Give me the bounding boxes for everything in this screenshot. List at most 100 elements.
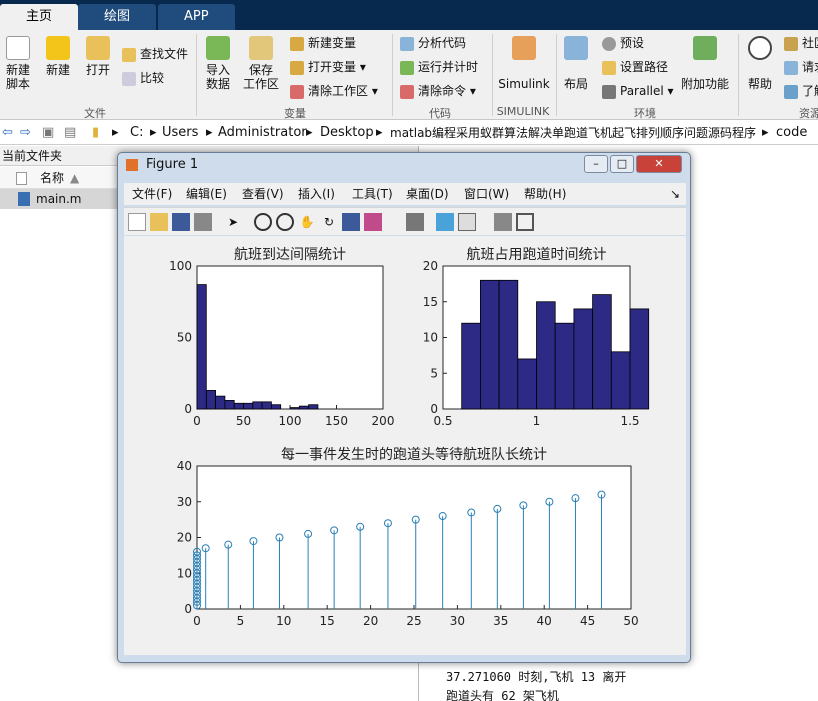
compare-button[interactable]: 比较 — [122, 68, 164, 88]
save-icon[interactable] — [172, 213, 190, 231]
learn-button[interactable]: 了解 — [784, 81, 818, 101]
group-simulink-label: SIMULINK — [496, 105, 550, 118]
link-plot-icon[interactable] — [406, 213, 424, 231]
tab-home[interactable]: 主页 — [0, 4, 79, 30]
hide-plot-tools-icon[interactable] — [494, 213, 512, 231]
browse-folder-icon[interactable]: ▤ — [64, 121, 76, 145]
show-plot-tools-icon[interactable] — [516, 213, 534, 231]
new-script-button[interactable]: 新建 脚本 — [2, 36, 34, 91]
sort-ascending-icon: ▲ — [70, 171, 80, 185]
new-button[interactable]: 新建 — [42, 36, 74, 77]
bar — [308, 404, 319, 410]
import-data-label: 导入 数据 — [205, 63, 230, 91]
breadcrumb-separator: ▸ — [376, 125, 383, 140]
colorbar-icon[interactable] — [436, 213, 454, 231]
y-tick-label: 15 — [423, 295, 438, 309]
set-path-button[interactable]: 设置路径 — [602, 57, 668, 77]
x-tick-label: 35 — [493, 614, 508, 628]
x-tick-label: 20 — [363, 614, 378, 628]
rotate-icon[interactable]: ↻ — [320, 213, 338, 231]
print-icon[interactable] — [194, 213, 212, 231]
analyze-code-icon — [400, 36, 414, 51]
breadcrumb-code[interactable]: code — [776, 121, 807, 145]
divider — [556, 34, 557, 116]
breadcrumb-users[interactable]: Users — [162, 121, 198, 145]
menu-window[interactable]: 窗口(W) — [464, 183, 509, 205]
pan-icon[interactable]: ✋ — [298, 213, 316, 231]
breadcrumb-administrator[interactable]: Administrator — [218, 121, 307, 145]
figure-canvas[interactable]: 航班到达间隔统计 0 50 100 150 200 0 50 100 航班占用跑道时间统计 0.5 1… — [124, 236, 686, 655]
forward-icon[interactable]: ⇨ — [20, 121, 31, 145]
new-figure-icon[interactable] — [128, 213, 146, 231]
run-and-time-label: 运行并计时 — [418, 60, 479, 74]
y-tick-label: 20 — [177, 531, 192, 545]
tab-apps[interactable]: APP — [158, 4, 235, 30]
add-ons-button[interactable]: 附加功能 — [680, 36, 730, 91]
help-button[interactable]: 帮助 — [744, 36, 776, 91]
command-line: 37.271060 时刻,飞机 13 离开 — [446, 670, 627, 684]
back-icon[interactable]: ⇦ — [2, 121, 13, 145]
menu-file[interactable]: 文件(F) — [132, 183, 172, 205]
open-file-icon[interactable] — [150, 213, 168, 231]
pointer-icon[interactable]: ➤ — [224, 213, 242, 231]
community-button[interactable]: 社区 — [784, 33, 818, 53]
run-and-time-button[interactable]: 运行并计时 — [400, 57, 478, 77]
up-folder-icon[interactable]: ▣ — [42, 121, 54, 145]
bar — [261, 401, 272, 410]
set-path-label: 设置路径 — [620, 60, 669, 74]
analyze-code-label: 分析代码 — [418, 36, 467, 50]
new-label: 新建 — [45, 63, 70, 77]
menu-view[interactable]: 查看(V) — [242, 183, 284, 205]
y-tick-label: 100 — [169, 259, 192, 273]
command-output: 37.271060 时刻,飞机 13 离开 跑道头有 62 架飞机 — [446, 668, 626, 701]
breadcrumb-project[interactable]: matlab编程采用蚁群算法解决单跑道飞机起飞排列顺序问题源码程序 — [390, 121, 756, 145]
bar — [498, 279, 519, 410]
figure-window[interactable]: Figure 1 – □ ✕ 文件(F) 编辑(E) 查看(V) 插入(I) 工… — [117, 152, 691, 663]
x-tick-label: 25 — [406, 614, 421, 628]
request-support-button[interactable]: 请求 — [784, 57, 818, 77]
bar — [289, 407, 300, 410]
legend-icon[interactable] — [458, 213, 476, 231]
new-variable-button[interactable]: 新建变量 — [290, 33, 356, 53]
simulink-button[interactable]: Simulink — [496, 36, 552, 91]
breadcrumb-desktop[interactable]: Desktop — [320, 121, 374, 145]
open-button[interactable]: 打开 — [82, 36, 114, 77]
find-files-button[interactable]: 查找文件 — [122, 44, 188, 64]
import-data-button[interactable]: 导入 数据 — [202, 36, 234, 91]
address-bar[interactable]: ⇦ ⇨ ▣ ▤ ▮ ▸ C: ▸ Users ▸ Administrator ▸… — [0, 121, 818, 145]
x-tick-label: 5 — [237, 614, 245, 628]
menu-insert[interactable]: 插入(I) — [298, 183, 335, 205]
breadcrumb-separator: ▸ — [206, 125, 213, 140]
brush-icon[interactable] — [364, 213, 382, 231]
clear-commands-button[interactable]: 清除命令 ▾ — [400, 81, 476, 101]
layout-button[interactable]: 布局 — [560, 36, 592, 91]
x-tick-label: 50 — [623, 614, 638, 628]
help-label: 帮助 — [747, 77, 772, 91]
clear-workspace-label: 清除工作区 — [308, 84, 369, 98]
menu-edit[interactable]: 编辑(E) — [186, 183, 227, 205]
maximize-button[interactable]: □ — [610, 155, 634, 173]
minimize-button[interactable]: – — [584, 155, 608, 173]
group-environment-label: 环境 — [634, 107, 656, 120]
menu-tools[interactable]: 工具(T) — [352, 183, 393, 205]
breadcrumb-c[interactable]: C: — [130, 121, 143, 145]
open-variable-button[interactable]: 打开变量 ▾ — [290, 57, 366, 77]
plot-title: 航班占用跑道时间统计 — [467, 247, 607, 263]
clear-workspace-button[interactable]: 清除工作区 ▾ — [290, 81, 378, 101]
zoom-out-icon[interactable] — [276, 213, 294, 231]
tab-plots[interactable]: 绘图 — [78, 4, 157, 30]
close-button[interactable]: ✕ — [636, 155, 682, 173]
save-workspace-button[interactable]: 保存 工作区 — [242, 36, 280, 91]
preferences-button[interactable]: 预设 — [602, 33, 644, 53]
bar — [215, 395, 226, 410]
dock-arrow-icon[interactable]: ↘ — [670, 183, 680, 205]
analyze-code-button[interactable]: 分析代码 — [400, 33, 466, 53]
x-tick-label: 1.5 — [620, 414, 639, 428]
zoom-in-icon[interactable] — [254, 213, 272, 231]
data-cursor-icon[interactable] — [342, 213, 360, 231]
menu-help[interactable]: 帮助(H) — [524, 183, 566, 205]
parallel-button[interactable]: Parallel ▾ — [602, 81, 674, 101]
menu-desktop[interactable]: 桌面(D) — [406, 183, 449, 205]
file-name: main.m — [36, 192, 82, 206]
file-row[interactable]: main.m — [0, 189, 120, 209]
